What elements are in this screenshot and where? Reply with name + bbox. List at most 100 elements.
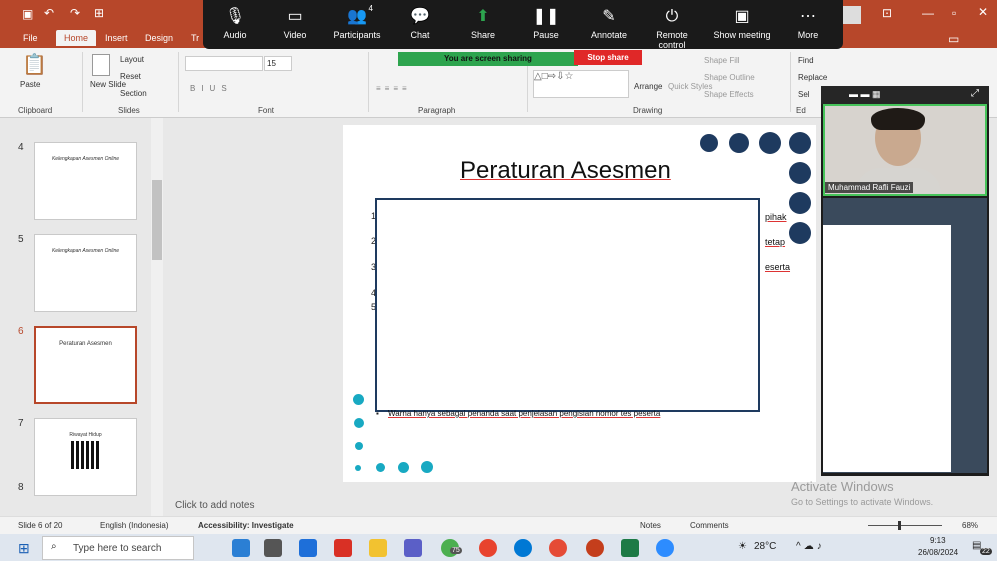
windows-start-icon[interactable]: ⊞ [18,540,30,557]
thumb-title: Riwayat Hidup [69,432,102,438]
zoom-level[interactable]: 68% [962,521,978,530]
find-button[interactable]: Find [798,56,814,65]
tab-design[interactable]: Design [140,32,178,44]
zoom-annotate-button[interactable]: ✎ Annotate [579,4,639,40]
zoom-share-button[interactable]: ⬆ Share [453,4,513,40]
replace-button[interactable]: Replace [798,73,827,82]
clock-date[interactable]: 26/08/2024 [918,548,958,557]
slide-title[interactable]: Peraturan Asesmen [460,157,671,185]
powerpoint-icon[interactable] [586,539,604,557]
paste-label[interactable]: Paste [20,80,40,89]
edge-icon[interactable] [514,539,532,557]
scrollbar-thumb[interactable] [152,180,162,260]
slide-thumbnail-4[interactable]: Kelengkapan Asesmen Online [34,142,137,220]
app-icon-2[interactable] [549,539,567,557]
zoom-audio-button[interactable]: 🎙 Audio [205,4,265,40]
zoom-video-button[interactable]: ▭ Video [265,4,325,40]
shapes-gallery[interactable]: △□⇨⇩☆ [533,70,629,98]
participants-icon: 👥 [347,8,367,25]
minimize-icon[interactable]: — [922,6,934,20]
paste-icon[interactable]: 📋 [22,52,47,77]
thumbnail-scrollbar[interactable] [151,118,163,516]
font-name-select[interactable] [185,56,263,71]
person-hair [871,108,925,130]
ribbon-display-icon[interactable]: ⊡ [882,6,892,20]
thumb-number: 5 [18,234,24,245]
task-view-icon[interactable] [264,539,282,557]
system-tray-icons[interactable]: ^☁♪ [796,541,825,552]
comment-icon[interactable]: ▭ [948,32,959,46]
save-icon[interactable]: ▣ [22,7,33,21]
stop-share-button[interactable]: Stop share [574,50,642,65]
acrobat-icon[interactable] [334,539,352,557]
clock-time[interactable]: 9:13 [930,536,946,545]
layout-button[interactable]: Layout [120,55,144,64]
avatar[interactable] [843,6,861,24]
shape-fill-button[interactable]: Shape Fill [704,56,740,65]
qr-code-image [71,441,99,469]
status-bar: Slide 6 of 20 English (Indonesia) Access… [0,516,997,534]
slide-thumbnail-7[interactable]: Riwayat Hidup [34,418,137,496]
zoom-participants-button[interactable]: 👥 Participants 4 [327,4,387,40]
shape-effects-button[interactable]: Shape Effects [704,90,754,99]
zoom-pause-button[interactable]: ❚❚ Pause [516,4,576,40]
camera-icon: ▭ [287,8,303,25]
tab-home[interactable]: Home [56,30,97,46]
slides-group-label: Slides [118,106,140,115]
alignment-buttons[interactable]: ≡≡≡≡ [376,84,411,93]
zoom-slider[interactable] [868,525,942,526]
app-icon[interactable] [232,539,250,557]
arrange-button[interactable]: Arrange [634,82,662,91]
font-size-select[interactable]: 15 [264,56,292,71]
zoom-button-label: Chat [410,30,430,40]
zoom-show-meeting-button[interactable]: ▣ Show meeting [712,4,772,40]
taskbar-search[interactable]: ⌕ Type here to search [42,536,194,560]
weather-icon[interactable]: ☀ [738,541,747,552]
customize-icon[interactable]: ⊞ [94,6,104,20]
zoom-more-button[interactable]: ⋯ More [778,4,838,40]
reset-button[interactable]: Reset [120,72,141,81]
mail-icon[interactable] [299,539,317,557]
slide-thumbnail-5[interactable]: Kelengkapan Asesmen Online [34,234,137,312]
thumb-number: 7 [18,418,24,429]
zoom-chat-button[interactable]: 💬 Chat [390,4,450,40]
slide-text-fragment: tetap [765,237,786,247]
redo-icon[interactable]: ↷ [70,6,80,20]
zoom-slider-thumb[interactable] [898,521,901,530]
weather-temp[interactable]: 28°C [754,541,776,552]
select-button[interactable]: Sel [798,90,810,99]
tab-insert[interactable]: Insert [100,32,133,44]
new-slide-label[interactable]: New Slide [90,80,126,89]
tab-file[interactable]: File [18,32,43,44]
editing-group-label: Ed [796,106,806,115]
teams-icon[interactable] [404,539,422,557]
thumb-number: 4 [18,142,24,153]
maximize-icon[interactable]: ▫ [952,6,956,20]
comments-button[interactable]: Comments [690,521,729,530]
close-icon[interactable]: ✕ [978,5,988,19]
expand-icon[interactable]: ⤢ [971,88,979,99]
chrome-icon[interactable]: 75 [441,539,462,557]
undo-icon[interactable]: ↶ [44,6,54,20]
accessibility-status[interactable]: Accessibility: Investigate [198,521,294,530]
tab-transitions[interactable]: Tr [186,32,204,44]
section-button[interactable]: Section [120,89,147,98]
font-format-buttons[interactable]: BIUS [190,84,233,93]
annotation-rectangle[interactable] [375,198,760,412]
slide-text-fragment: eserta [765,262,791,272]
activate-windows-subtitle: Go to Settings to activate Windows. [791,497,934,507]
slide-thumbnail-6[interactable]: Peraturan Asesmen [34,326,137,404]
notes-button[interactable]: Notes [640,521,661,530]
more-icon: ⋯ [800,8,816,25]
clipboard-group-label: Clipboard [18,106,53,115]
excel-icon[interactable] [621,539,639,557]
zoom-icon[interactable] [656,539,674,557]
zoom-remote-control-button[interactable]: ⏻ Remote control [642,4,702,50]
language-indicator[interactable]: English (Indonesia) [100,521,168,530]
file-explorer-icon[interactable] [369,539,387,557]
new-slide-icon[interactable] [92,54,110,76]
browser-icon[interactable] [479,539,497,557]
view-options-icon[interactable]: ▬ ▬ ▦ [849,89,881,100]
paragraph-group-label: Paragraph [418,106,456,115]
shape-outline-button[interactable]: Shape Outline [704,73,755,82]
